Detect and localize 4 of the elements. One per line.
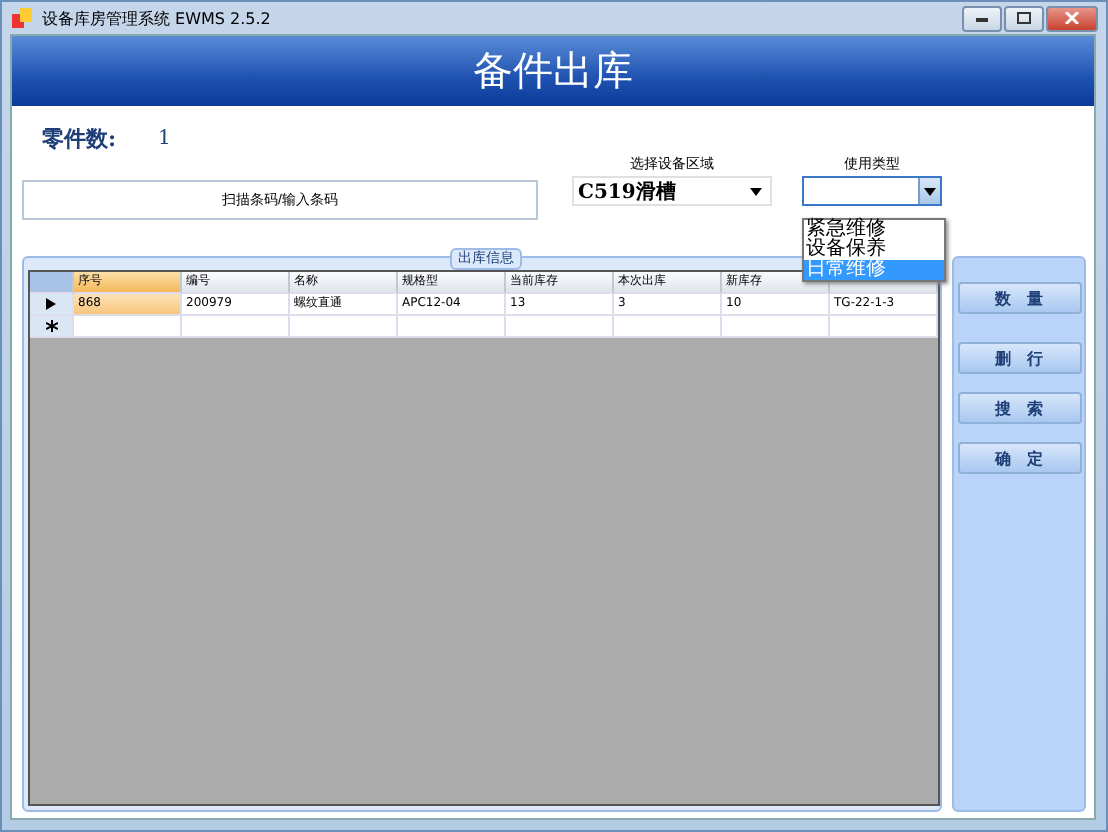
- banner-title: 备件出库: [12, 36, 1094, 106]
- part-count-label: 零件数:: [42, 123, 119, 153]
- part-count-value: 1: [158, 127, 171, 149]
- window-title: 设备库房管理系统 EWMS 2.5.2: [42, 7, 273, 29]
